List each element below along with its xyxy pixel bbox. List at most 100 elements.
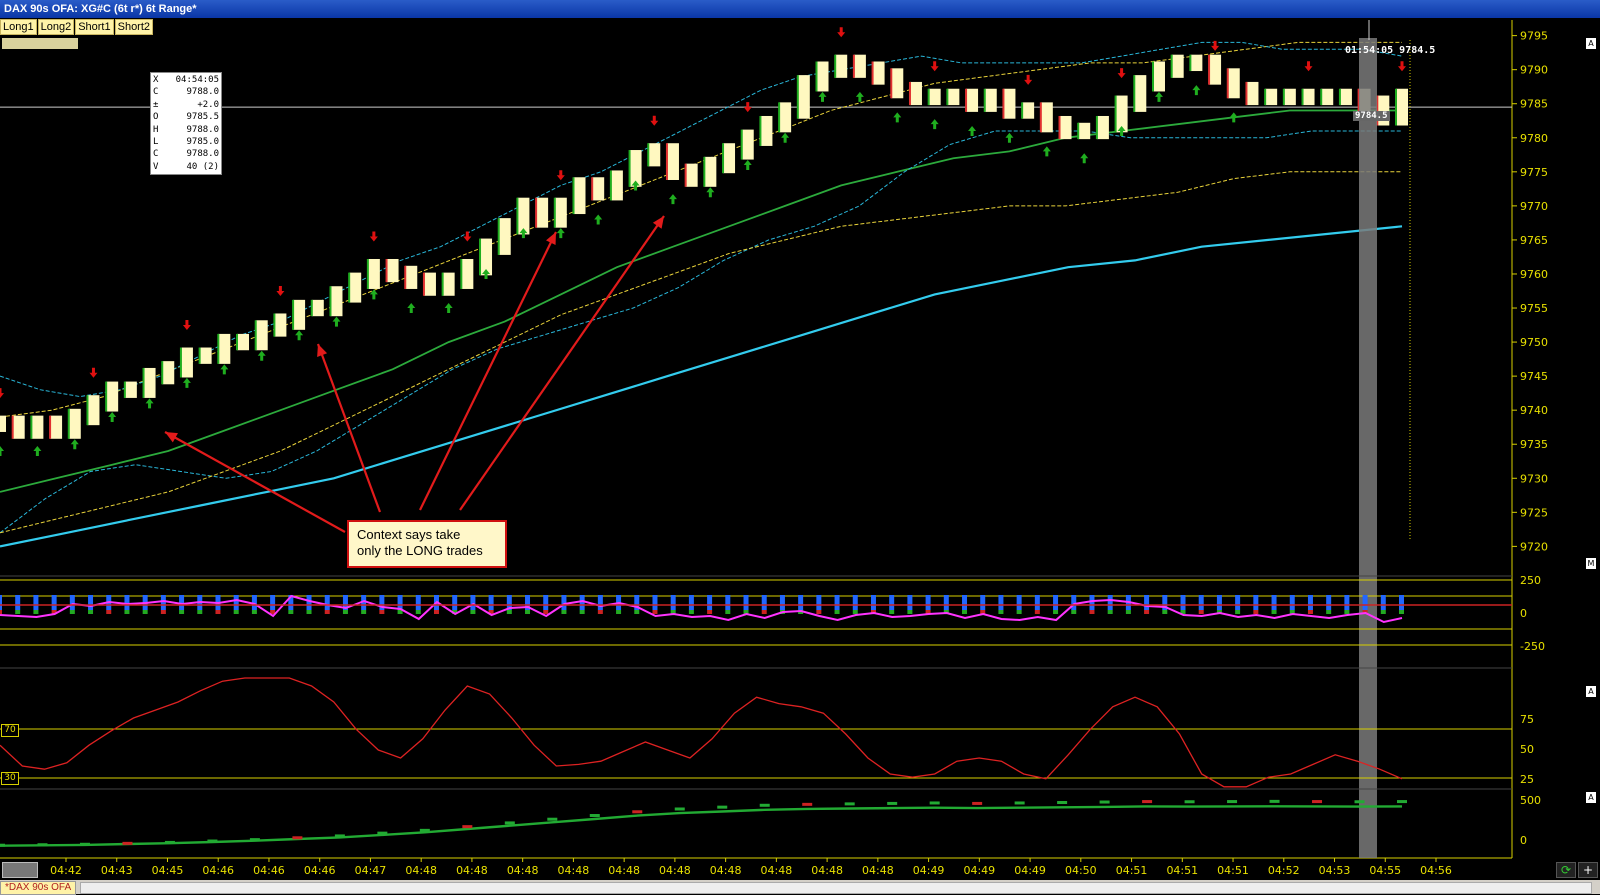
- annotation-arrowhead: [165, 432, 178, 443]
- delta-base: [288, 610, 294, 614]
- window-title: DAX 90s OFA: XG#C (6t r*) 6t Range*: [4, 3, 197, 15]
- candle: [723, 143, 736, 174]
- up-arrow-icon: [1192, 85, 1201, 96]
- tab-long1[interactable]: Long1: [0, 19, 37, 35]
- delta-bar: [852, 595, 858, 610]
- delta-base: [688, 610, 694, 614]
- time-tick-label: 04:48: [659, 864, 691, 877]
- price-tick-label: 9760: [1520, 268, 1548, 281]
- time-tick-label: 04:48: [405, 864, 437, 877]
- delta-bar: [415, 595, 421, 610]
- delta-bar: [106, 595, 112, 610]
- databox-row: C 9788.0: [153, 149, 219, 160]
- cum-delta-bar: [122, 841, 133, 845]
- delta-bar: [470, 595, 476, 610]
- delta-base: [889, 610, 895, 614]
- delta-base: [415, 610, 421, 614]
- databox-row: ± +2.0: [153, 99, 219, 110]
- candle: [573, 177, 586, 215]
- delta-bar: [870, 595, 876, 610]
- price-chart[interactable]: 9795 9790 9785 9780 9775 9770 9765 9760 9755 9750…: [0, 0, 1600, 894]
- rsi-level-70: 70: [1, 724, 19, 737]
- zoom-in-button[interactable]: +: [1578, 862, 1598, 878]
- candle: [180, 347, 193, 378]
- delta-bar: [597, 595, 603, 610]
- delta-bar: [1235, 595, 1241, 610]
- up-arrow-icon: [482, 268, 491, 279]
- delta-bar: [889, 595, 895, 610]
- up-arrow-icon: [220, 364, 229, 375]
- window-title-bar: DAX 90s OFA: XG#C (6t r*) 6t Range*: [0, 0, 1600, 18]
- time-tick-label: 04:46: [253, 864, 285, 877]
- delta-base: [270, 610, 276, 614]
- candle: [1152, 61, 1165, 92]
- delta-axis-label: 250: [1520, 574, 1541, 587]
- tab-short2[interactable]: Short2: [114, 19, 154, 35]
- candle: [124, 381, 137, 398]
- cum-delta-line: [0, 805, 1403, 847]
- scroll-thumb[interactable]: [2, 862, 38, 878]
- up-arrow-icon: [706, 187, 715, 198]
- candle: [405, 265, 418, 289]
- delta-base: [543, 610, 549, 614]
- delta-base: [1271, 610, 1277, 614]
- delta-base: [634, 610, 640, 614]
- cum-delta-bar: [292, 836, 303, 840]
- time-tick-label: 04:48: [456, 864, 488, 877]
- delta-base: [51, 610, 57, 614]
- delta-base: [962, 610, 968, 614]
- candle: [87, 395, 100, 426]
- candle: [423, 272, 436, 296]
- cum-delta-bar: [419, 828, 430, 832]
- delta-bar: [1380, 595, 1386, 610]
- cum-delta-bar: [1014, 801, 1025, 805]
- up-arrow-icon: [0, 446, 4, 457]
- delta-base: [0, 610, 2, 614]
- horizontal-scrollbar[interactable]: [80, 882, 1592, 894]
- down-arrow-icon: [1304, 61, 1313, 72]
- candle: [50, 415, 63, 439]
- panel-marker-main[interactable]: A: [1586, 38, 1596, 49]
- panel-marker-rsi[interactable]: A: [1586, 686, 1596, 697]
- annotation-arrow: [316, 343, 382, 513]
- databox-row: L 9785.0: [153, 137, 219, 148]
- candle: [629, 150, 642, 187]
- delta-bar: [670, 595, 676, 610]
- candle: [1171, 54, 1184, 78]
- cum-delta-bar: [929, 801, 940, 805]
- candle: [947, 88, 960, 106]
- delta-base: [106, 610, 112, 614]
- delta-base: [816, 610, 822, 614]
- delta-base: [1016, 610, 1022, 614]
- delta-base: [525, 610, 531, 614]
- delta-bar: [1289, 595, 1295, 610]
- panel-marker-cum[interactable]: A: [1586, 792, 1596, 803]
- delta-bar: [397, 595, 403, 610]
- panel-marker-delta[interactable]: M: [1586, 558, 1596, 569]
- price-tick-label: 9745: [1520, 370, 1548, 383]
- cum-delta-bar: [887, 801, 898, 805]
- up-arrow-icon: [407, 303, 416, 314]
- delta-bar: [980, 595, 986, 610]
- rsi-axis-label: 75: [1520, 713, 1534, 726]
- delta-base: [925, 610, 931, 614]
- up-arrow-icon: [145, 398, 154, 409]
- candle: [480, 238, 493, 276]
- rsi-axis-label: 50: [1520, 743, 1534, 756]
- delta-axis-label: 0: [1520, 607, 1527, 620]
- delta-base: [761, 610, 767, 614]
- down-arrow-icon: [1117, 68, 1126, 79]
- tab-short1[interactable]: Short1: [75, 19, 114, 35]
- delta-base: [998, 610, 1004, 614]
- delta-bar: [561, 595, 567, 610]
- delta-base: [579, 610, 585, 614]
- time-tick-label: 04:48: [761, 864, 793, 877]
- delta-bar: [1271, 595, 1277, 610]
- chart-tab[interactable]: *DAX 90s OFA: [0, 881, 77, 895]
- delta-bar: [452, 595, 458, 610]
- tab-long2[interactable]: Long2: [37, 19, 75, 35]
- delta-base: [1180, 610, 1186, 614]
- delta-bar: [15, 595, 21, 610]
- refresh-icon[interactable]: ⟳: [1556, 862, 1576, 878]
- bollinger-lower-line: [0, 130, 1402, 534]
